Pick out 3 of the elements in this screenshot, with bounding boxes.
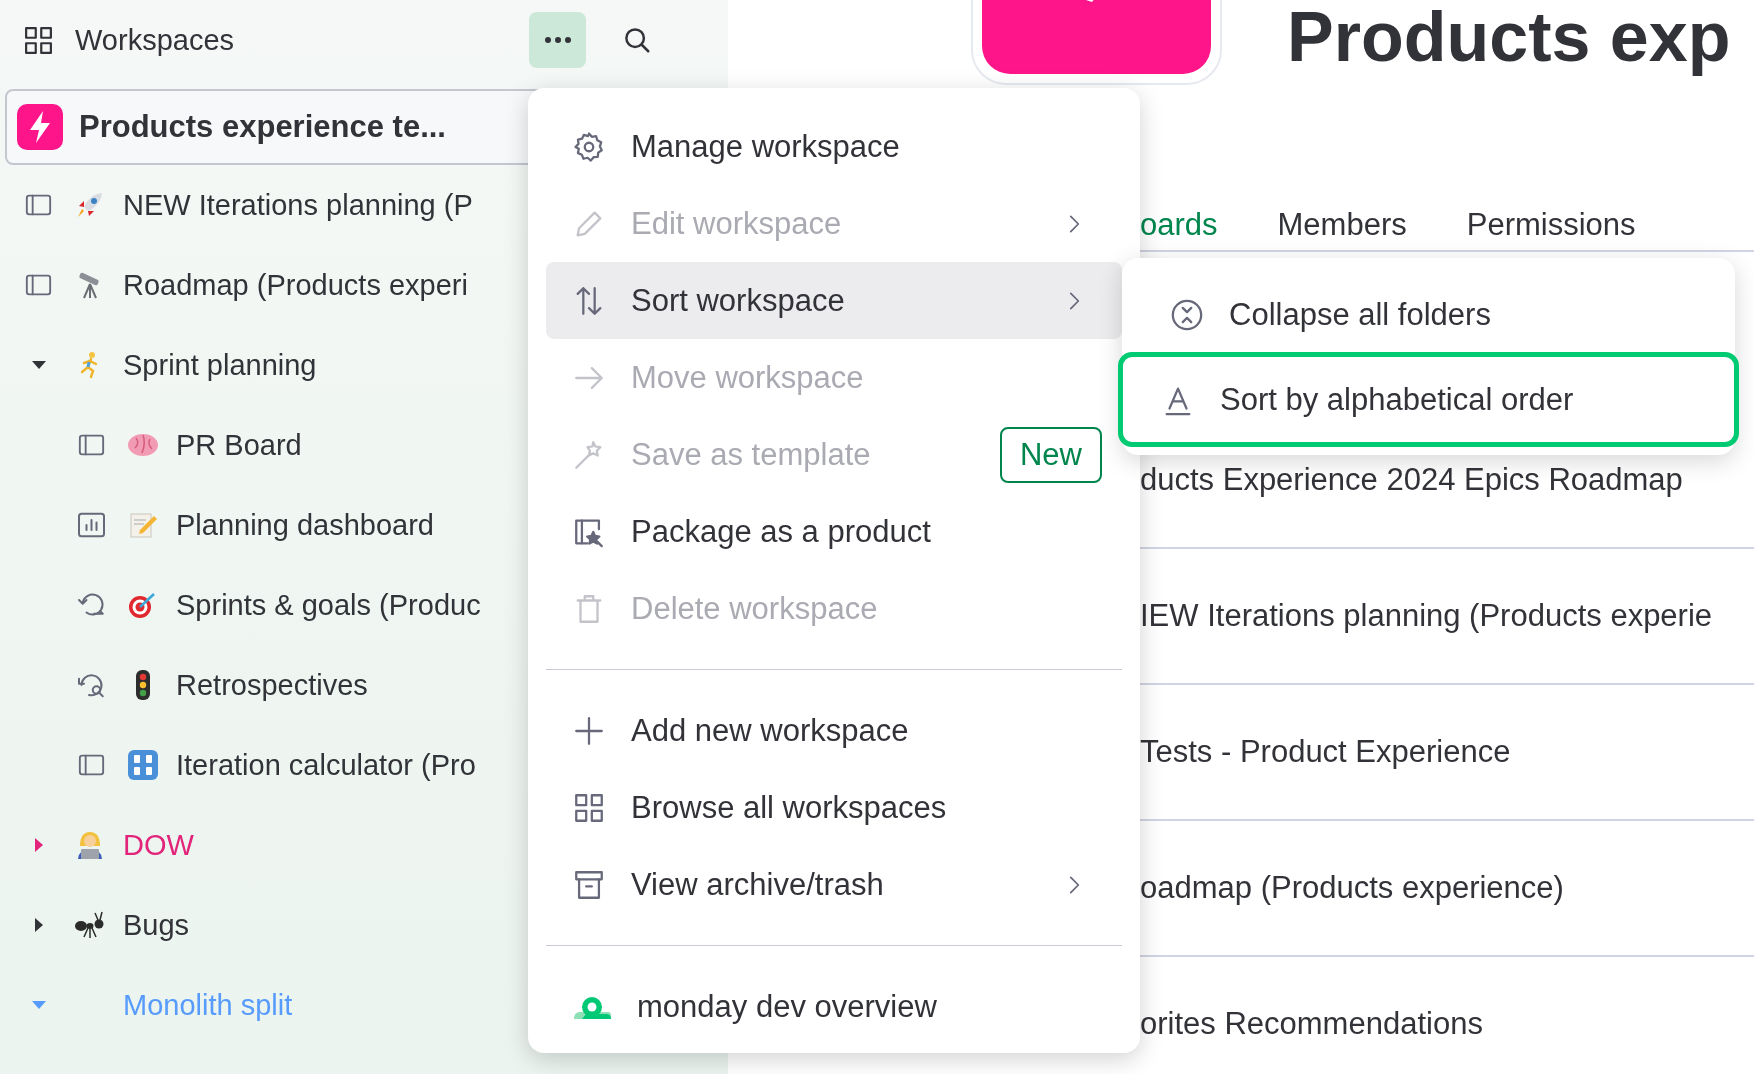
workspace-name: Products experience te... [79, 109, 446, 145]
sidebar-title: Workspaces [75, 23, 235, 57]
new-badge: New [1000, 426, 1102, 483]
